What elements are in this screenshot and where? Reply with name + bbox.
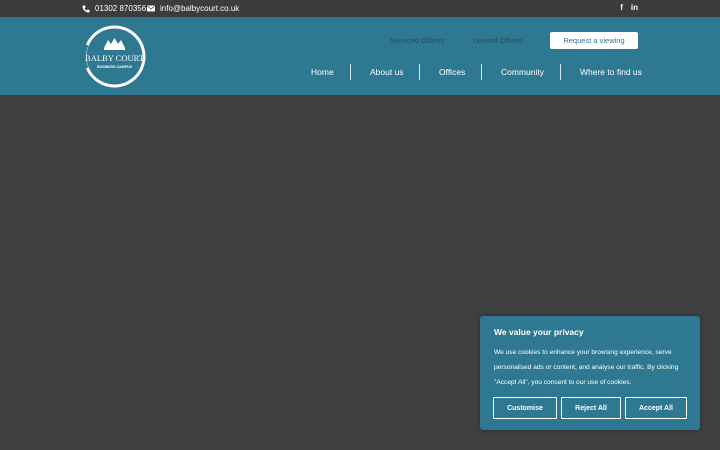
logo-wordmark: BALBY COURT bbox=[85, 53, 145, 63]
facebook-icon[interactable]: f bbox=[620, 3, 623, 12]
nav-divider bbox=[560, 64, 561, 80]
nav-divider bbox=[419, 64, 420, 80]
cookie-title: We value your privacy bbox=[494, 327, 584, 337]
nav-divider bbox=[350, 64, 351, 80]
nav-community[interactable]: Community bbox=[501, 67, 544, 77]
phone-number[interactable]: 01302 870356 bbox=[95, 4, 146, 13]
secondary-nav: Serviced Offices Leased Offices Request … bbox=[0, 32, 720, 49]
nav-where-to-find-us[interactable]: Where to find us bbox=[580, 67, 642, 77]
customise-button[interactable]: Customise bbox=[493, 397, 557, 419]
email-address[interactable]: info@balbycourt.co.uk bbox=[160, 4, 239, 13]
linkedin-icon[interactable]: in bbox=[631, 3, 638, 12]
accept-all-button[interactable]: Accept All bbox=[625, 397, 687, 419]
main-nav: Home About us Offices Community Where to… bbox=[0, 63, 720, 81]
phone-contact[interactable]: 01302 870356 bbox=[82, 4, 146, 13]
nav-divider bbox=[481, 64, 482, 80]
site-header: BALBY COURT BUSINESS CAMPUS Serviced Off… bbox=[0, 17, 720, 95]
nav-home[interactable]: Home bbox=[311, 67, 334, 77]
cookie-consent-banner: We value your privacy We use cookies to … bbox=[480, 316, 700, 430]
cookie-message: We use cookies to enhance your browsing … bbox=[494, 349, 679, 386]
top-bar: 01302 870356 info@balbycourt.co.uk f in bbox=[0, 0, 720, 17]
reject-all-button[interactable]: Reject All bbox=[561, 397, 621, 419]
email-contact[interactable]: info@balbycourt.co.uk bbox=[147, 4, 239, 13]
serviced-offices-link[interactable]: Serviced Offices bbox=[390, 36, 444, 45]
request-viewing-button[interactable]: Request a viewing bbox=[550, 32, 638, 49]
phone-icon bbox=[82, 5, 90, 12]
envelope-icon bbox=[147, 5, 155, 12]
leased-offices-link[interactable]: Leased Offices bbox=[473, 36, 523, 45]
social-links: f in bbox=[620, 3, 638, 12]
nav-about-us[interactable]: About us bbox=[370, 67, 404, 77]
nav-offices[interactable]: Offices bbox=[439, 67, 465, 77]
